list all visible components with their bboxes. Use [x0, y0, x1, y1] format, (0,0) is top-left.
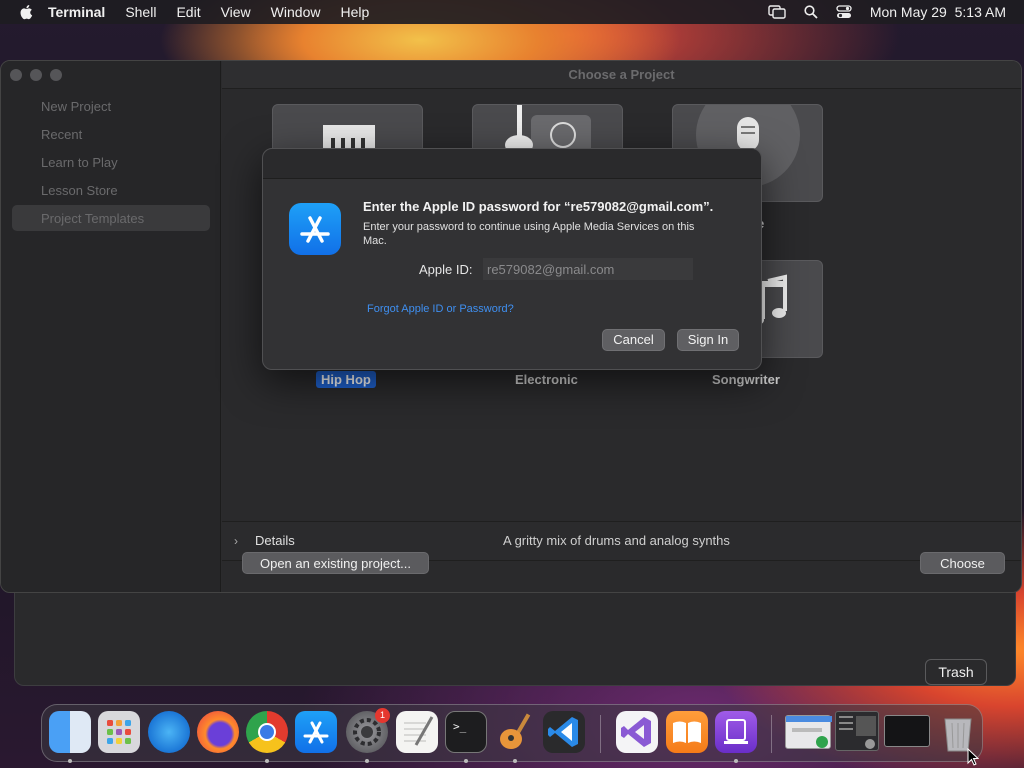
window-controls: [10, 69, 62, 81]
screen-mirroring-icon[interactable]: [768, 5, 786, 19]
template-label-hip-hop[interactable]: Hip Hop: [316, 371, 376, 388]
template-label-electronic[interactable]: Electronic: [515, 372, 578, 387]
minimize-window-button[interactable]: [30, 69, 42, 81]
app-store-dock-icon[interactable]: [295, 711, 337, 753]
dock-separator: [600, 715, 601, 753]
running-indicator: [513, 759, 517, 763]
dialog-heading: Enter the Apple ID password for “re57908…: [363, 199, 714, 214]
visual-studio-icon[interactable]: [616, 711, 658, 753]
running-indicator: [365, 759, 369, 763]
sidebar-item-lesson-store[interactable]: Lesson Store: [41, 183, 118, 198]
sidebar-item-new-project[interactable]: New Project: [41, 99, 111, 114]
background-terminal-window[interactable]: [14, 588, 1016, 686]
chevron-right-icon[interactable]: ›: [234, 534, 238, 548]
cancel-button[interactable]: Cancel: [602, 329, 665, 351]
firefox-icon[interactable]: [197, 711, 239, 753]
control-center-icon[interactable]: [836, 5, 852, 19]
trash-tooltip: Trash: [925, 659, 987, 685]
choose-button[interactable]: Choose: [920, 552, 1005, 574]
svg-text:>_: >_: [453, 720, 467, 733]
sidebar-item-recent[interactable]: Recent: [41, 127, 82, 142]
dock-separator: [771, 715, 772, 753]
window-titlebar: Choose a Project: [222, 61, 1021, 89]
search-icon[interactable]: [804, 5, 818, 19]
running-indicator: [464, 759, 468, 763]
safari-icon[interactable]: [148, 711, 190, 753]
menu-view[interactable]: View: [221, 4, 251, 20]
menu-shell[interactable]: Shell: [125, 4, 156, 20]
running-indicator: [265, 759, 269, 763]
books-icon[interactable]: [666, 711, 708, 753]
dialog-subtext: Enter your password to continue using Ap…: [363, 221, 695, 247]
chrome-icon[interactable]: [246, 711, 288, 753]
garageband-icon[interactable]: [494, 711, 536, 753]
running-indicator: [68, 759, 72, 763]
apple-id-label: Apple ID:: [419, 262, 473, 277]
trash-icon[interactable]: [937, 711, 979, 753]
app-store-icon: [289, 203, 341, 255]
chrome-window-thumbnail[interactable]: [785, 715, 832, 749]
menubar-clock[interactable]: Mon May 29 5:13 AM: [870, 4, 1006, 20]
apple-id-password-dialog: Enter the Apple ID password for “re57908…: [262, 148, 762, 370]
textedit-icon[interactable]: [396, 711, 438, 753]
window-title: Choose a Project: [568, 67, 675, 82]
sidebar-item-learn-to-play[interactable]: Learn to Play: [41, 155, 118, 170]
sign-in-button[interactable]: Sign In: [677, 329, 739, 351]
running-indicator: [734, 759, 738, 763]
terminal-window-thumbnail[interactable]: [884, 715, 930, 747]
zoom-window-button[interactable]: [50, 69, 62, 81]
menu-help[interactable]: Help: [340, 4, 369, 20]
close-window-button[interactable]: [10, 69, 22, 81]
template-description: A gritty mix of drums and analog synths: [503, 533, 730, 548]
vscode-icon[interactable]: [543, 711, 585, 753]
open-existing-project-button[interactable]: Open an existing project...: [242, 552, 429, 574]
template-label-songwriter[interactable]: Songwriter: [712, 372, 780, 387]
notification-badge: 1: [375, 708, 390, 723]
apple-id-field[interactable]: [483, 258, 693, 280]
menu-edit[interactable]: Edit: [176, 4, 200, 20]
forgot-apple-id-link[interactable]: Forgot Apple ID or Password?: [367, 303, 514, 315]
menu-app-name[interactable]: Terminal: [48, 4, 105, 20]
menu-window[interactable]: Window: [271, 4, 321, 20]
apple-menu-icon[interactable]: [18, 3, 36, 21]
mouse-cursor-icon: [967, 748, 979, 766]
terminal-icon[interactable]: >_: [445, 711, 487, 753]
sidebar-item-project-templates[interactable]: Project Templates: [41, 211, 144, 226]
dialog-title-strip: [263, 149, 761, 179]
menu-bar: Terminal Shell Edit View Window Help Mon…: [0, 0, 1024, 24]
details-toggle[interactable]: Details: [255, 533, 295, 548]
dock: >_: [41, 704, 983, 763]
finder-window-thumbnail[interactable]: [835, 711, 879, 751]
sidebar: New Project Recent Learn to Play Lesson …: [1, 61, 221, 592]
podcast-studio-icon[interactable]: [715, 711, 757, 753]
finder-icon[interactable]: [49, 711, 91, 753]
launchpad-icon[interactable]: [98, 711, 140, 753]
